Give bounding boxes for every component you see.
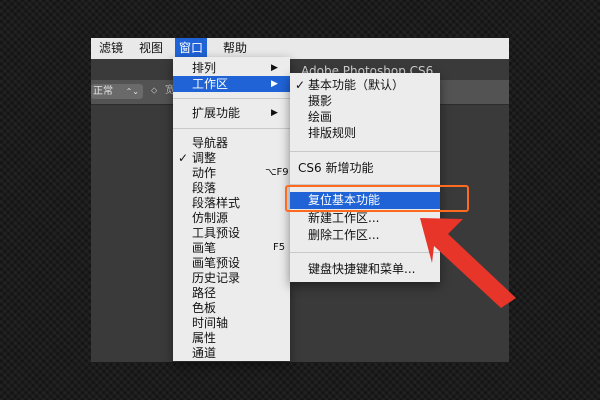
- annotation-arrow-icon: [420, 218, 516, 308]
